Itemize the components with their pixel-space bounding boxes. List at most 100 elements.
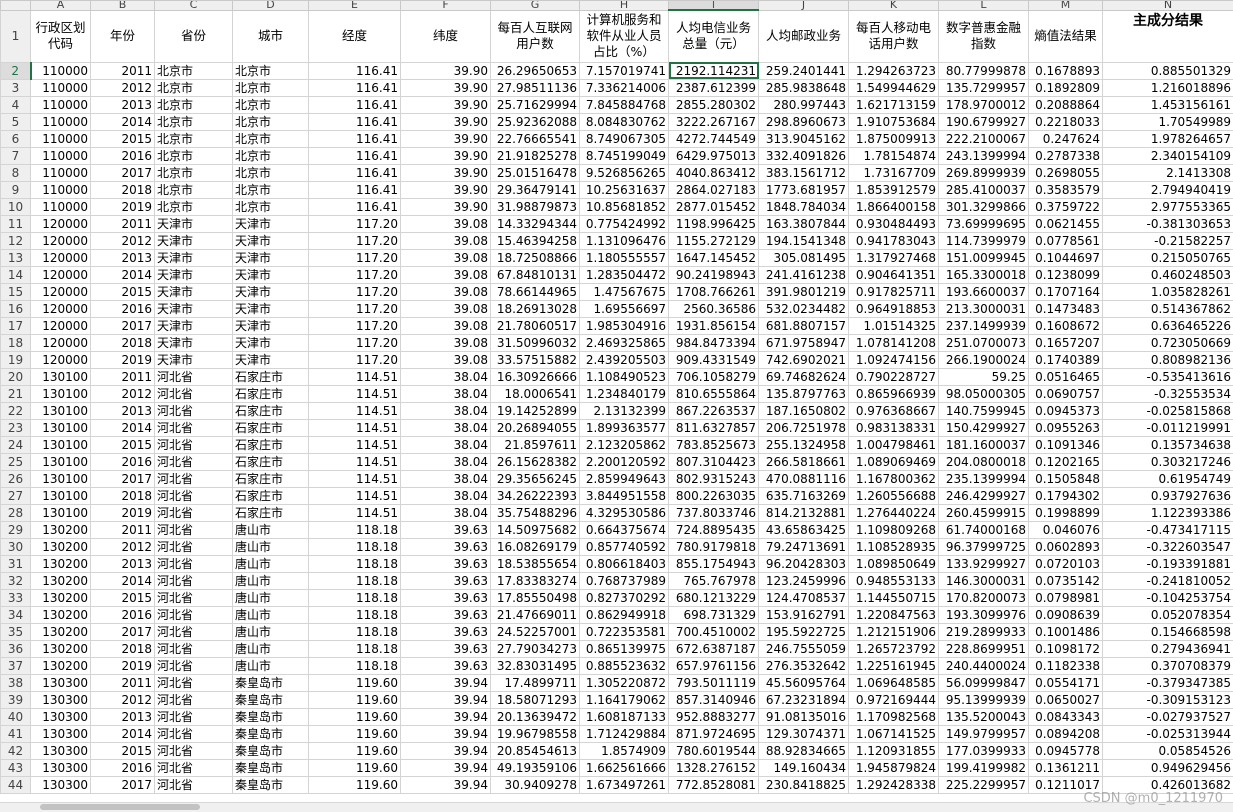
table-cell[interactable]: 河北省: [154, 503, 233, 522]
table-cell[interactable]: 73.69999695: [938, 214, 1029, 233]
table-cell[interactable]: 1.73167709: [848, 163, 939, 182]
table-cell[interactable]: 1.69556697: [579, 299, 669, 318]
table-cell[interactable]: 0.370708379: [1102, 656, 1233, 675]
table-cell[interactable]: -0.025815868: [1102, 401, 1233, 420]
table-cell[interactable]: 98.05000305: [938, 384, 1029, 403]
table-cell[interactable]: 2017: [90, 775, 155, 794]
table-cell[interactable]: 0.865139975: [579, 639, 669, 658]
table-cell[interactable]: 1.260556688: [848, 486, 939, 505]
table-cell[interactable]: 807.3104423: [668, 452, 759, 471]
table-cell[interactable]: 0.2698055: [1028, 163, 1103, 182]
table-cell[interactable]: 114.51: [308, 469, 401, 488]
table-cell[interactable]: 952.8883277: [668, 707, 759, 726]
header-cell[interactable]: 人均电信业务总量（元）: [668, 9, 759, 63]
table-cell[interactable]: 0.636465226: [1102, 316, 1233, 335]
table-cell[interactable]: 石家庄市: [232, 401, 309, 420]
table-cell[interactable]: 230.8418825: [758, 775, 849, 794]
table-cell[interactable]: 10.25631637: [579, 180, 669, 199]
table-cell[interactable]: 130300: [30, 707, 91, 726]
table-cell[interactable]: 130300: [30, 724, 91, 743]
table-cell[interactable]: 0.937927636: [1102, 486, 1233, 505]
table-cell[interactable]: 0.0945373: [1028, 401, 1103, 420]
table-cell[interactable]: 1.122393386: [1102, 503, 1233, 522]
table-cell[interactable]: 18.53855654: [490, 554, 580, 573]
table-cell[interactable]: 124.4708537: [758, 588, 849, 607]
row-number[interactable]: 36: [0, 639, 31, 658]
table-cell[interactable]: 170.8200073: [938, 588, 1029, 607]
table-cell[interactable]: 235.1399994: [938, 469, 1029, 488]
row-number[interactable]: 12: [0, 231, 31, 250]
table-cell[interactable]: 天津市: [232, 214, 309, 233]
table-cell[interactable]: 北京市: [154, 129, 233, 148]
table-cell[interactable]: 190.6799927: [938, 112, 1029, 131]
table-cell[interactable]: 1.167800362: [848, 469, 939, 488]
column-header-M[interactable]: M: [1028, 0, 1103, 11]
table-cell[interactable]: 0.949629456: [1102, 758, 1233, 777]
table-cell[interactable]: 19.96798558: [490, 724, 580, 743]
table-cell[interactable]: 27.98511136: [490, 78, 580, 97]
table-cell[interactable]: 1.945879824: [848, 758, 939, 777]
table-cell[interactable]: 120000: [30, 265, 91, 284]
table-cell[interactable]: 天津市: [154, 231, 233, 250]
table-cell[interactable]: 北京市: [154, 180, 233, 199]
table-cell[interactable]: 0.1044697: [1028, 248, 1103, 267]
table-cell[interactable]: 38.04: [400, 401, 491, 420]
table-cell[interactable]: 0.046076: [1028, 520, 1103, 539]
table-cell[interactable]: 151.0099945: [938, 248, 1029, 267]
table-cell[interactable]: 河北省: [154, 435, 233, 454]
table-cell[interactable]: 31.50996032: [490, 333, 580, 352]
table-cell[interactable]: 120000: [30, 350, 91, 369]
table-cell[interactable]: 802.9315243: [668, 469, 759, 488]
table-cell[interactable]: 18.26913028: [490, 299, 580, 318]
table-cell[interactable]: 1.212151906: [848, 622, 939, 641]
table-cell[interactable]: 301.3299866: [938, 197, 1029, 216]
table-cell[interactable]: 1.089069469: [848, 452, 939, 471]
table-cell[interactable]: 39.08: [400, 248, 491, 267]
table-cell[interactable]: 120000: [30, 214, 91, 233]
table-cell[interactable]: 天津市: [232, 316, 309, 335]
table-cell[interactable]: 39.63: [400, 571, 491, 590]
table-cell[interactable]: 706.1058279: [668, 367, 759, 386]
table-cell[interactable]: 0.0908639: [1028, 605, 1103, 624]
table-cell[interactable]: 117.20: [308, 248, 401, 267]
table-cell[interactable]: 1.109809268: [848, 520, 939, 539]
table-cell[interactable]: 194.1541348: [758, 231, 849, 250]
table-cell[interactable]: 118.18: [308, 588, 401, 607]
table-cell[interactable]: 河北省: [154, 367, 233, 386]
table-cell[interactable]: 17.83383274: [490, 571, 580, 590]
table-cell[interactable]: 18.0006541: [490, 384, 580, 403]
table-cell[interactable]: 天津市: [232, 333, 309, 352]
table-cell[interactable]: 0.2088864: [1028, 95, 1103, 114]
table-cell[interactable]: 213.3000031: [938, 299, 1029, 318]
table-cell[interactable]: -0.21582257: [1102, 231, 1233, 250]
table-cell[interactable]: 25.92362088: [490, 112, 580, 131]
table-cell[interactable]: 河北省: [154, 469, 233, 488]
table-cell[interactable]: 116.41: [308, 146, 401, 165]
table-cell[interactable]: 2013: [90, 95, 155, 114]
table-cell[interactable]: 39.08: [400, 299, 491, 318]
table-cell[interactable]: 0.3583579: [1028, 180, 1103, 199]
table-cell[interactable]: 130200: [30, 639, 91, 658]
table-cell[interactable]: 4272.744549: [668, 129, 759, 148]
table-cell[interactable]: 天津市: [232, 350, 309, 369]
table-cell[interactable]: 2018: [90, 180, 155, 199]
table-cell[interactable]: 1.621713159: [848, 95, 939, 114]
column-header-F[interactable]: F: [400, 0, 491, 11]
table-cell[interactable]: 1.608187133: [579, 707, 669, 726]
table-cell[interactable]: 280.997443: [758, 95, 849, 114]
table-cell[interactable]: 857.3140946: [668, 690, 759, 709]
column-header-E[interactable]: E: [308, 0, 401, 11]
column-header-K[interactable]: K: [848, 0, 939, 11]
table-cell[interactable]: 130300: [30, 690, 91, 709]
table-cell[interactable]: 181.1600037: [938, 435, 1029, 454]
table-cell[interactable]: 0.1608672: [1028, 316, 1103, 335]
table-cell[interactable]: 178.9700012: [938, 95, 1029, 114]
table-cell[interactable]: 天津市: [154, 248, 233, 267]
table-cell[interactable]: 285.9838648: [758, 78, 849, 97]
table-cell[interactable]: 石家庄市: [232, 503, 309, 522]
table-cell[interactable]: 110000: [30, 61, 91, 80]
scrollbar-thumb[interactable]: [40, 804, 200, 810]
table-cell[interactable]: 871.9724695: [668, 724, 759, 743]
table-cell[interactable]: 0.1361211: [1028, 758, 1103, 777]
table-cell[interactable]: 150.4299927: [938, 418, 1029, 437]
